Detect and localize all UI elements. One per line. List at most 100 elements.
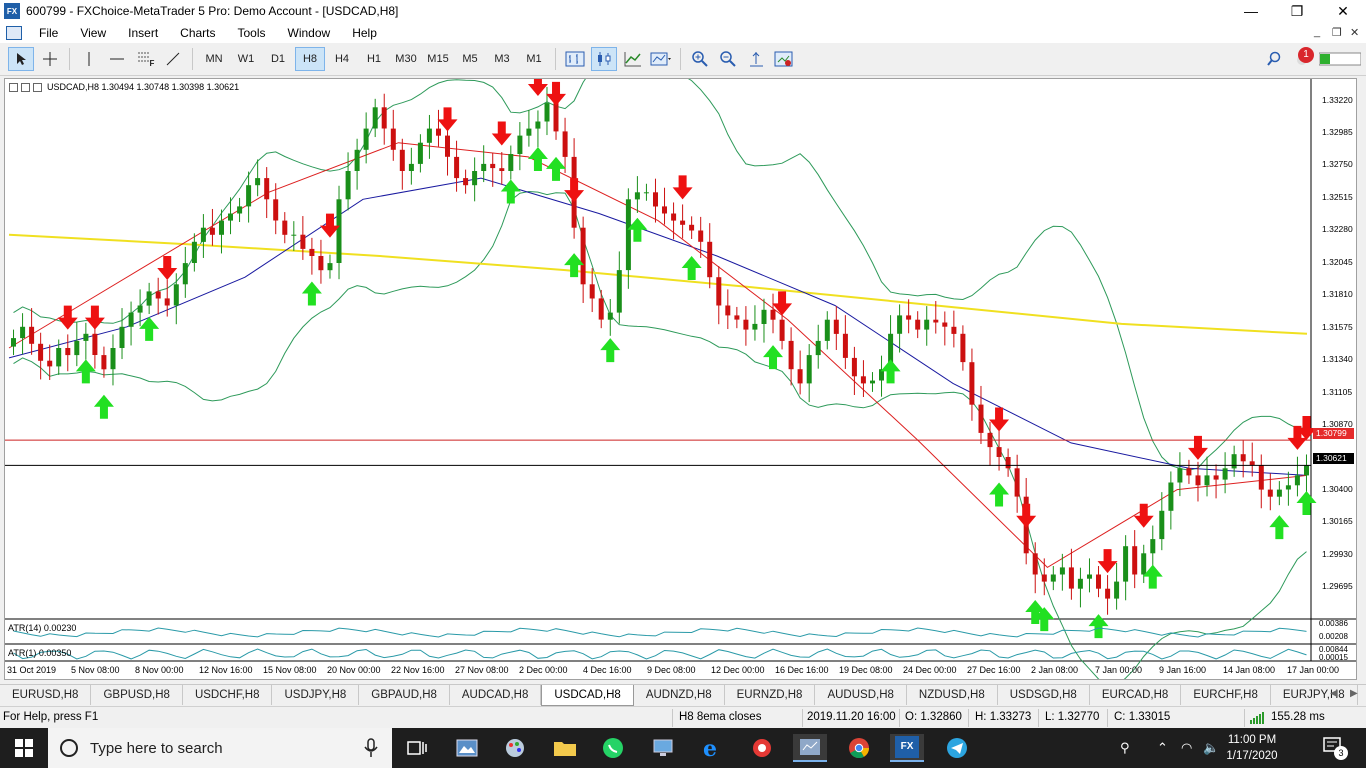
- timeframe-m30[interactable]: M30: [391, 47, 421, 71]
- maximize-button[interactable]: ❐: [1274, 0, 1320, 22]
- minimize-button[interactable]: —: [1228, 0, 1274, 22]
- buy-signal-arrow: [989, 482, 1010, 507]
- alerts-button[interactable]: 1: [1290, 47, 1314, 71]
- tab-gbpaud[interactable]: GBPAUD,H8: [359, 685, 450, 705]
- tab-audnzd[interactable]: AUDNZD,H8: [634, 685, 725, 705]
- time-label: 12 Dec 00:00: [711, 665, 765, 675]
- chart-window[interactable]: USDCAD,H8 1.30494 1.30748 1.30398 1.3062…: [4, 78, 1357, 680]
- candlestick-icon: [598, 52, 611, 66]
- taskbar-network-app[interactable]: [646, 734, 680, 762]
- taskbar-fxchoice-mt5[interactable]: FX: [890, 734, 924, 762]
- taskbar-telegram[interactable]: [940, 734, 974, 762]
- menu-file[interactable]: File: [28, 26, 69, 40]
- zoom-in-button[interactable]: [688, 47, 712, 71]
- menu-tools[interactable]: Tools: [227, 26, 277, 40]
- menu-insert[interactable]: Insert: [117, 26, 169, 40]
- tab-nzdusd[interactable]: NZDUSD,H8: [907, 685, 998, 705]
- time-axis[interactable]: 31 Oct 2019 5 Nov 08:00 8 Nov 00:00 12 Nov …: [5, 662, 1339, 680]
- auto-scroll-button[interactable]: [772, 47, 796, 71]
- chart-properties-icon[interactable]: [21, 82, 30, 92]
- chart-close-button[interactable]: ✕: [1350, 26, 1359, 39]
- chart-window-icon[interactable]: [6, 25, 22, 40]
- timeframe-m15[interactable]: M15: [423, 47, 453, 71]
- templates-button[interactable]: [649, 47, 673, 71]
- timeframe-m5[interactable]: M5: [455, 47, 485, 71]
- wifi-icon[interactable]: ◠: [1181, 740, 1192, 756]
- tabs-scroll-right-button[interactable]: ▶: [1350, 688, 1358, 699]
- tab-usdjpy[interactable]: USDJPY,H8: [272, 685, 360, 705]
- taskbar-metatrader-1[interactable]: [793, 734, 827, 762]
- line-chart-button[interactable]: [621, 47, 645, 71]
- chart-restore-button[interactable]: ❐: [1332, 26, 1342, 39]
- candle-body: [671, 213, 677, 221]
- people-icon[interactable]: ⚲: [1120, 740, 1130, 756]
- timeframe-d1[interactable]: D1: [263, 47, 293, 71]
- chart-shift-button[interactable]: [744, 47, 768, 71]
- trendline-tool[interactable]: [161, 47, 185, 71]
- candle-body: [38, 343, 44, 361]
- tab-usdsgd[interactable]: USDSGD,H8: [998, 685, 1090, 705]
- tab-eurjpy[interactable]: EURJPY,H8: [1271, 685, 1358, 705]
- whatsapp-icon: [603, 738, 623, 758]
- taskbar-photos-app[interactable]: [450, 734, 484, 762]
- close-button[interactable]: ✕: [1320, 0, 1366, 22]
- menu-help[interactable]: Help: [341, 26, 388, 40]
- search-button[interactable]: [1262, 47, 1286, 71]
- title-bar: FX 600799 - FXChoice-MetaTrader 5 Pro: D…: [0, 0, 1366, 22]
- microphone-icon[interactable]: [364, 738, 378, 758]
- taskbar-file-explorer[interactable]: [548, 734, 582, 762]
- vertical-line-tool[interactable]: [77, 47, 101, 71]
- status-profile[interactable]: H8 8ema closes: [679, 711, 761, 723]
- fibonacci-tool[interactable]: F: [133, 47, 157, 71]
- task-view-button[interactable]: [400, 734, 434, 762]
- price-scale[interactable]: 1.33220 1.32985 1.32750 1.32515 1.32280 …: [1312, 79, 1358, 619]
- tabs-scroll-left-button[interactable]: ◀: [1330, 688, 1338, 699]
- candlestick-chart-button[interactable]: [591, 47, 617, 71]
- taskbar-internet-explorer[interactable]: e: [695, 734, 729, 762]
- timeframe-h1[interactable]: H1: [359, 47, 389, 71]
- horizontal-line-tool[interactable]: [105, 47, 129, 71]
- timeframe-m3[interactable]: M3: [487, 47, 517, 71]
- taskbar-chrome[interactable]: [842, 734, 876, 762]
- action-center-button[interactable]: 3: [1322, 736, 1348, 760]
- timeframe-h4[interactable]: H4: [327, 47, 357, 71]
- tab-eurnzd[interactable]: EURNZD,H8: [725, 685, 816, 705]
- chart-indicators-icon[interactable]: [33, 82, 42, 92]
- tab-eurchf[interactable]: EURCHF,H8: [1181, 685, 1271, 705]
- cursor-tool[interactable]: [8, 47, 34, 71]
- timeframe-h8[interactable]: H8: [295, 47, 325, 71]
- tab-audcad[interactable]: AUDCAD,H8: [450, 685, 542, 705]
- tab-usdchf[interactable]: USDCHF,H8: [183, 685, 273, 705]
- menu-charts[interactable]: Charts: [169, 26, 226, 40]
- tab-eurcad[interactable]: EURCAD,H8: [1090, 685, 1182, 705]
- candle-body: [381, 107, 387, 129]
- chart-minimize-button[interactable]: _: [1314, 26, 1320, 38]
- taskbar-search-box[interactable]: Type here to search: [48, 728, 392, 768]
- tab-next-truncated[interactable]: N: [1358, 685, 1366, 705]
- menu-window[interactable]: Window: [277, 26, 342, 40]
- taskbar-clock[interactable]: 11:00 PM 1/17/2020: [1224, 732, 1280, 764]
- menu-view[interactable]: View: [69, 26, 117, 40]
- tab-usdcad[interactable]: USDCAD,H8: [541, 685, 634, 706]
- show-hidden-icons-chevron-icon[interactable]: ⌃: [1157, 740, 1168, 756]
- start-button[interactable]: [0, 728, 48, 768]
- tab-eurusd[interactable]: EURUSD,H8: [0, 685, 92, 705]
- taskbar-paint-app[interactable]: [498, 734, 532, 762]
- timeframe-m1[interactable]: M1: [519, 47, 549, 71]
- connection-status-icon[interactable]: [1250, 712, 1264, 724]
- timeframe-mn[interactable]: MN: [199, 47, 229, 71]
- crosshair-tool[interactable]: [38, 47, 62, 71]
- chart-canvas[interactable]: [5, 79, 1356, 679]
- timeframe-w1[interactable]: W1: [231, 47, 261, 71]
- taskbar-media-app[interactable]: [745, 734, 779, 762]
- candle-body: [924, 319, 930, 330]
- status-datetime: 2019.11.20 16:00: [807, 711, 896, 723]
- zoom-out-button[interactable]: [716, 47, 740, 71]
- bar-chart-button[interactable]: [563, 47, 587, 71]
- chart-menu-icon[interactable]: [9, 82, 18, 92]
- tab-gbpusd[interactable]: GBPUSD,H8: [91, 685, 183, 705]
- taskbar-whatsapp[interactable]: [596, 734, 630, 762]
- volume-icon[interactable]: 🔈: [1203, 740, 1219, 756]
- status-separator: [672, 709, 673, 727]
- tab-audusd[interactable]: AUDUSD,H8: [815, 685, 907, 705]
